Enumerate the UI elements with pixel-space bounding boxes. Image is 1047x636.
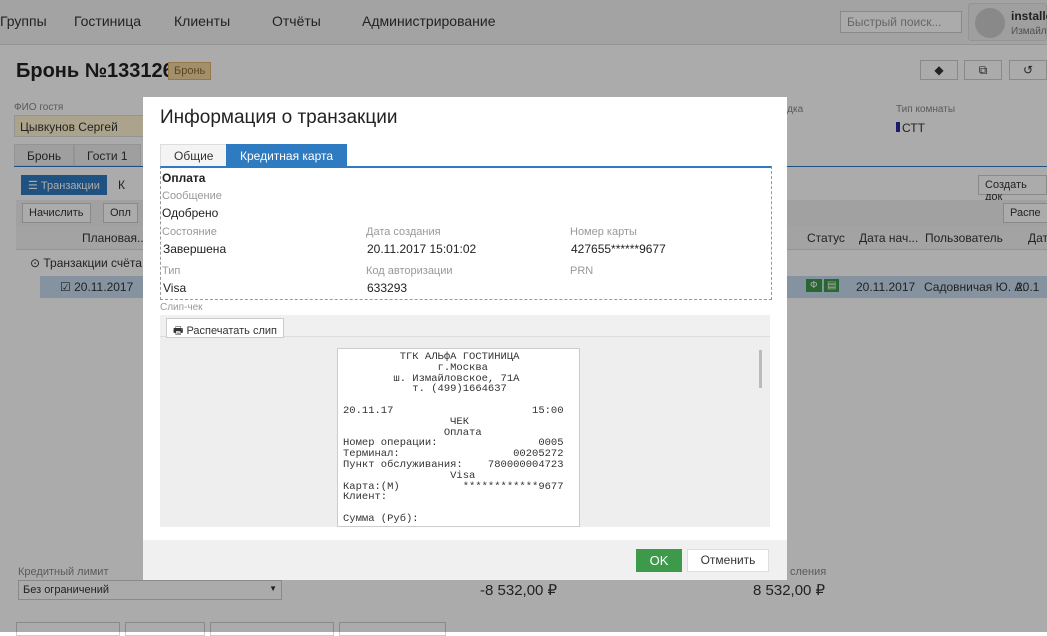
section-title: Оплата [162, 171, 206, 185]
card-value: 427655******9677 [571, 242, 666, 256]
slip-scrollbar[interactable] [757, 340, 767, 525]
state-value: Завершена [163, 242, 227, 256]
type-value: Visa [163, 281, 187, 295]
dialog-title: Информация о транзакции [160, 107, 398, 128]
prn-label: PRN [570, 265, 594, 277]
tab-credit-card[interactable]: Кредитная карта [226, 144, 348, 167]
type-label: Тип [162, 265, 181, 277]
message-label: Сообщение [162, 190, 222, 202]
created-label: Дата создания [366, 226, 441, 238]
cancel-button[interactable]: Отменить [687, 549, 769, 572]
slip-area: 🖶 Распечатать слип ТГК АЛЬфА ГОСТИНИЦА г… [160, 315, 770, 527]
payment-details: Оплата Сообщение Одобрено Состояние Заве… [160, 166, 772, 300]
printer-icon: 🖶 [173, 325, 184, 337]
transaction-info-dialog: Информация о транзакции Общие Кредитная … [143, 97, 787, 580]
receipt: ТГК АЛЬфА ГОСТИНИЦА г.Москва ш. Измайлов… [337, 348, 580, 527]
auth-value: 633293 [367, 281, 408, 295]
print-slip-button[interactable]: 🖶 Распечатать слип [166, 318, 284, 338]
card-label: Номер карты [570, 226, 637, 238]
dialog-footer: OK Отменить [143, 540, 787, 580]
message-value: Одобрено [162, 206, 219, 220]
slip-label: Слип-чек [160, 302, 203, 313]
print-slip-label: Распечатать слип [186, 325, 277, 337]
tab-general[interactable]: Общие [160, 144, 228, 167]
created-value: 20.11.2017 15:01:02 [367, 242, 477, 256]
auth-label: Код авторизации [366, 265, 453, 277]
state-label: Состояние [162, 226, 217, 238]
ok-button[interactable]: OK [636, 549, 682, 572]
